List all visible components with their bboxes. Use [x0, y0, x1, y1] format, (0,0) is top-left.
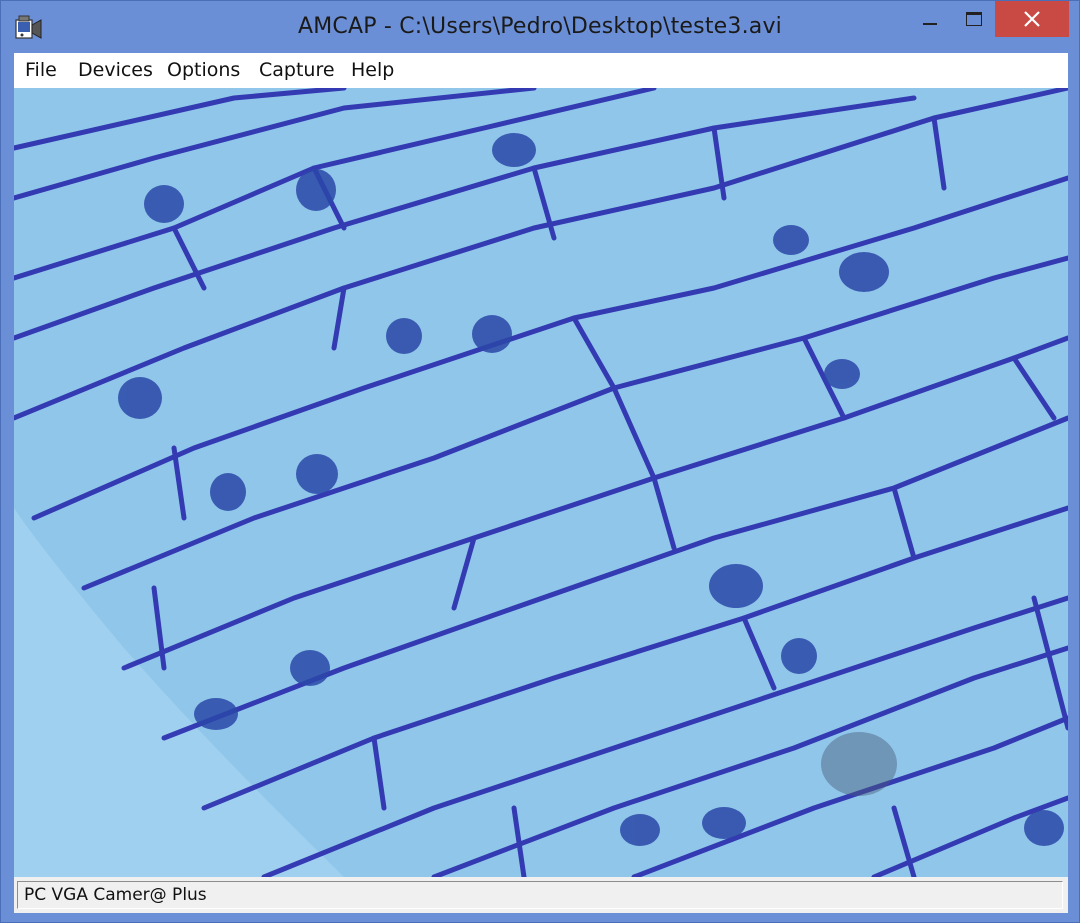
- menu-options[interactable]: Options: [167, 59, 240, 81]
- maximize-button[interactable]: [952, 1, 996, 37]
- title-bar[interactable]: AMCAP - C:\Users\Pedro\Desktop\teste3.av…: [1, 1, 1079, 53]
- close-icon: [1024, 11, 1040, 27]
- status-text: PC VGA Camer@ Plus: [17, 881, 1063, 909]
- amcap-window: AMCAP - C:\Users\Pedro\Desktop\teste3.av…: [0, 0, 1080, 923]
- minimize-icon: [923, 23, 937, 25]
- menu-file[interactable]: File: [25, 59, 57, 81]
- minimize-button[interactable]: [908, 1, 952, 37]
- menu-bar: File Devices Options Capture Help: [14, 53, 1068, 88]
- video-preview: [14, 88, 1068, 877]
- maximize-icon: [966, 12, 982, 26]
- menu-capture[interactable]: Capture: [259, 59, 335, 81]
- menu-help[interactable]: Help: [351, 59, 394, 81]
- microscope-image: [14, 88, 1068, 877]
- menu-devices[interactable]: Devices: [78, 59, 153, 81]
- status-bar: PC VGA Camer@ Plus: [14, 877, 1068, 913]
- close-button[interactable]: [995, 1, 1069, 37]
